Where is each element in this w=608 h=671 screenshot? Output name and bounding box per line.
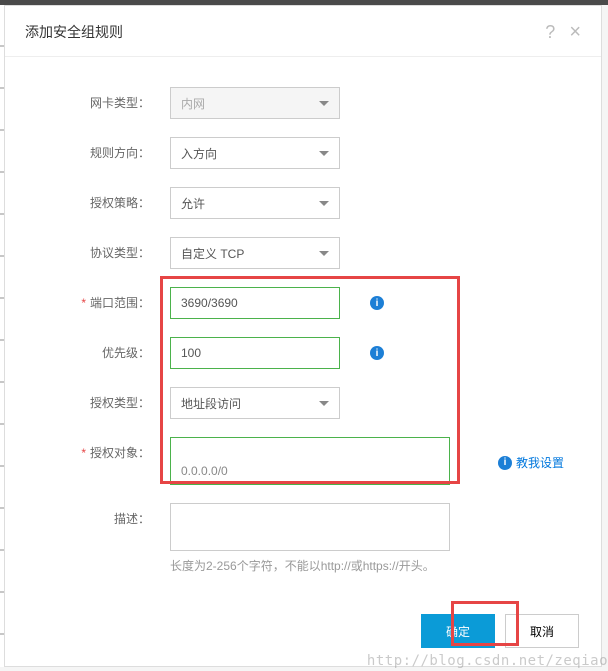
add-security-rule-dialog: 添加安全组规则 ? × 网卡类型： 内网 规则方向： 入方向 bbox=[4, 5, 602, 667]
chevron-down-icon bbox=[319, 201, 329, 206]
port-range-label: 端口范围： bbox=[25, 287, 170, 311]
nic-type-value: 内网 bbox=[181, 95, 205, 112]
direction-value: 入方向 bbox=[181, 145, 217, 162]
dialog-title: 添加安全组规则 bbox=[25, 22, 123, 42]
dialog-footer: 确定 取消 bbox=[421, 614, 579, 648]
priority-input[interactable] bbox=[170, 337, 340, 369]
port-range-input[interactable] bbox=[170, 287, 340, 319]
direction-label: 规则方向： bbox=[25, 137, 170, 161]
protocol-select[interactable]: 自定义 TCP bbox=[170, 237, 340, 269]
chevron-down-icon bbox=[319, 401, 329, 406]
direction-select[interactable]: 入方向 bbox=[170, 137, 340, 169]
cancel-button[interactable]: 取消 bbox=[505, 614, 579, 648]
chevron-down-icon bbox=[319, 101, 329, 106]
nic-type-label: 网卡类型： bbox=[25, 87, 170, 111]
info-icon[interactable]: i bbox=[370, 296, 384, 310]
nic-type-select: 内网 bbox=[170, 87, 340, 119]
auth-object-value: 0.0.0.0/0 bbox=[181, 464, 228, 478]
auth-type-select[interactable]: 地址段访问 bbox=[170, 387, 340, 419]
watermark: http://blog.csdn.net/zeqiao bbox=[367, 653, 608, 669]
info-icon: i bbox=[498, 456, 512, 470]
info-icon[interactable]: i bbox=[370, 346, 384, 360]
help-icon[interactable]: ? bbox=[545, 23, 555, 41]
form-body: 网卡类型： 内网 规则方向： 入方向 授权策略： 允许 bbox=[5, 57, 601, 604]
close-icon[interactable]: × bbox=[569, 22, 581, 42]
teach-me-link[interactable]: i 教我设置 bbox=[498, 454, 564, 471]
chevron-down-icon bbox=[319, 251, 329, 256]
auth-type-value: 地址段访问 bbox=[181, 395, 241, 412]
auth-type-label: 授权类型： bbox=[25, 387, 170, 411]
policy-select[interactable]: 允许 bbox=[170, 187, 340, 219]
protocol-label: 协议类型： bbox=[25, 237, 170, 261]
priority-label: 优先级： bbox=[25, 337, 170, 361]
description-label: 描述： bbox=[25, 503, 170, 527]
dialog-header: 添加安全组规则 ? × bbox=[5, 6, 601, 57]
description-input[interactable] bbox=[170, 503, 450, 551]
ok-button[interactable]: 确定 bbox=[421, 614, 495, 648]
protocol-value: 自定义 TCP bbox=[181, 245, 244, 262]
auth-object-label: 授权对象： bbox=[25, 437, 170, 461]
description-hint: 长度为2-256个字符，不能以http://或https://开头。 bbox=[170, 557, 581, 574]
auth-object-input[interactable]: 0.0.0.0/0 bbox=[170, 437, 450, 485]
chevron-down-icon bbox=[319, 151, 329, 156]
policy-value: 允许 bbox=[181, 195, 205, 212]
policy-label: 授权策略： bbox=[25, 187, 170, 211]
